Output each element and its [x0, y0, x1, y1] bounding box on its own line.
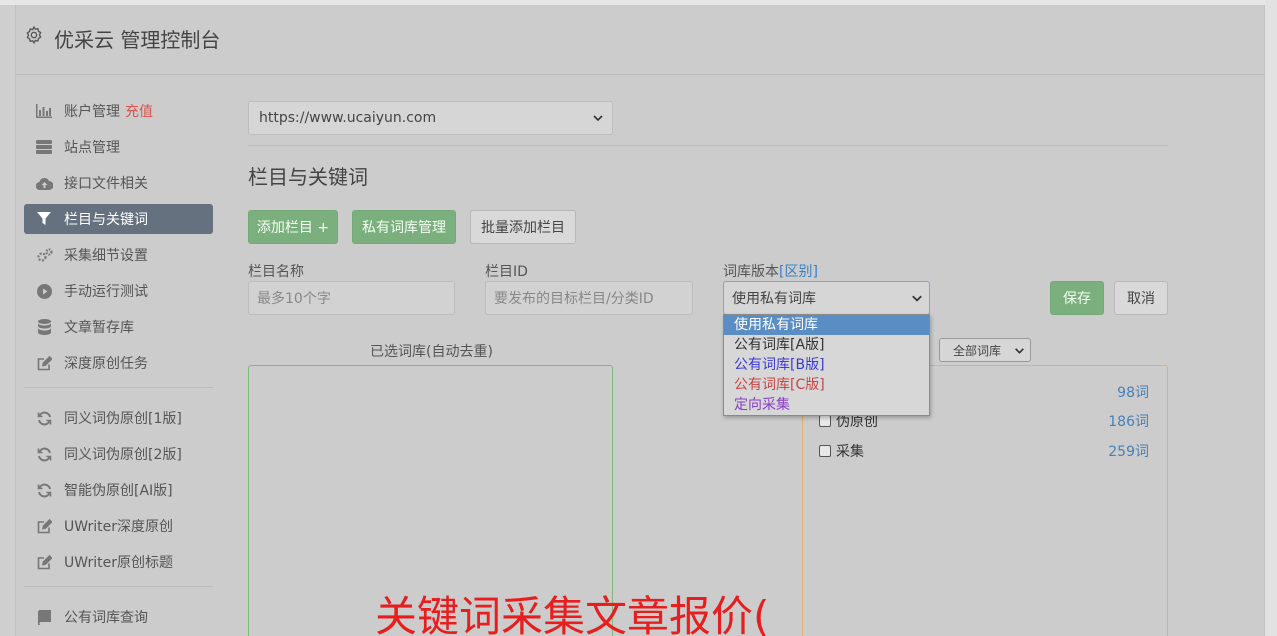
sidebar-item-ai-original[interactable]: 智能伪原创[AI版]: [24, 475, 213, 505]
sidebar-item-uwriter-original[interactable]: UWriter深度原创: [24, 511, 213, 541]
sidebar-item-label: 站点管理: [64, 140, 120, 156]
lib-version-value: 使用私有词库: [732, 291, 816, 307]
sidebar-item-label: 智能伪原创[AI版]: [64, 483, 173, 499]
sidebar-item-label: 接口文件相关: [64, 176, 148, 192]
private-lib-button[interactable]: 私有词库管理: [352, 210, 456, 244]
app-title: 优采云 管理控制台: [54, 28, 221, 52]
divider: [248, 145, 1168, 146]
recharge-link[interactable]: 充值: [125, 101, 153, 121]
chevron-down-icon: [593, 115, 603, 122]
option-private-lib[interactable]: 使用私有词库: [724, 315, 929, 335]
edit-icon: [35, 517, 53, 535]
selected-lib-title: 已选词库(自动去重): [370, 344, 493, 360]
sidebar-item-label: 栏目与关键词: [64, 212, 148, 228]
site-select[interactable]: https://www.ucaiyun.com: [248, 101, 613, 135]
column-name-input[interactable]: 最多10个字: [248, 281, 455, 315]
add-column-button[interactable]: 添加栏目 +: [248, 210, 338, 244]
filter-icon: [35, 210, 53, 228]
book-icon: [35, 608, 53, 626]
lib-count: 259词: [1108, 444, 1149, 460]
lib-version-label-text: 词库版本: [723, 264, 779, 280]
bar-chart-icon: [35, 102, 53, 120]
sidebar-item-label: 同义词伪原创[2版]: [64, 447, 182, 463]
edit-icon: [35, 553, 53, 571]
page-title: 栏目与关键词: [248, 165, 368, 189]
sidebar: 账户管理 充值 站点管理 接口文件相关 栏目与关键词 采集细节设置 手动运行测试: [24, 96, 213, 636]
database-icon: [35, 318, 53, 336]
chevron-down-icon: [912, 295, 922, 302]
site-select-value: https://www.ucaiyun.com: [259, 110, 437, 126]
sidebar-item-label: 文章暂存库: [64, 320, 134, 336]
refresh-icon: [35, 409, 53, 427]
save-button[interactable]: 保存: [1050, 281, 1104, 315]
lib-filter-select[interactable]: 全部词库: [939, 338, 1031, 362]
sidebar-item-label: 手动运行测试: [64, 284, 148, 300]
lib-label: 采集: [836, 444, 864, 460]
server-icon: [35, 138, 53, 156]
chevron-down-icon: [1015, 348, 1024, 354]
sidebar-item-synonym-v2[interactable]: 同义词伪原创[2版]: [24, 439, 213, 469]
edit-icon: [35, 354, 53, 372]
lib-version-select[interactable]: 使用私有词库: [723, 281, 930, 315]
sidebar-item-deep-original[interactable]: 深度原创任务: [24, 348, 213, 378]
option-directed-collect[interactable]: 定向采集: [724, 395, 929, 415]
lib-row-collect[interactable]: 采集 259词: [819, 441, 1149, 461]
lib-version-dropdown: 使用私有词库 公有词库[A版] 公有词库[B版] 公有词库[C版] 定向采集: [723, 314, 930, 416]
sidebar-item-collect-settings[interactable]: 采集细节设置: [24, 240, 213, 270]
play-circle-icon: [35, 282, 53, 300]
sidebar-divider: [24, 387, 213, 388]
sidebar-item-manual-run[interactable]: 手动运行测试: [24, 276, 213, 306]
sidebar-divider: [24, 586, 213, 587]
sidebar-item-uwriter-title[interactable]: UWriter原创标题: [24, 547, 213, 577]
sidebar-item-columns-keywords[interactable]: 栏目与关键词: [24, 204, 213, 234]
sidebar-item-label: UWriter原创标题: [64, 555, 173, 571]
header: 优采云 管理控制台: [15, 5, 1265, 75]
option-public-a[interactable]: 公有词库[A版]: [724, 335, 929, 355]
overlay-caption: 关键词采集文章报价(: [375, 592, 770, 636]
sidebar-item-interface-files[interactable]: 接口文件相关: [24, 168, 213, 198]
gear-icon: [26, 25, 42, 45]
sidebar-item-synonym-v1[interactable]: 同义词伪原创[1版]: [24, 403, 213, 433]
sidebar-item-label: 公有词库查询: [64, 610, 148, 626]
refresh-icon: [35, 481, 53, 499]
column-id-label: 栏目ID: [485, 264, 528, 280]
sidebar-item-label: 账户管理: [64, 104, 120, 120]
option-public-b[interactable]: 公有词库[B版]: [724, 355, 929, 375]
sidebar-item-label: 同义词伪原创[1版]: [64, 411, 182, 427]
sidebar-item-public-lib-query[interactable]: 公有词库查询: [24, 602, 213, 632]
sidebar-item-account[interactable]: 账户管理 充值: [24, 96, 213, 126]
refresh-icon: [35, 445, 53, 463]
sidebar-item-label: 深度原创任务: [64, 356, 148, 372]
cogs-icon: [35, 246, 53, 264]
sidebar-item-sites[interactable]: 站点管理: [24, 132, 213, 162]
difference-link[interactable]: [区别]: [779, 264, 818, 280]
scrollbar-track[interactable]: [1265, 0, 1277, 636]
lib-version-label: 词库版本[区别]: [723, 261, 818, 281]
lib-count: 98词: [1117, 385, 1149, 401]
sidebar-item-label: UWriter深度原创: [64, 519, 173, 535]
checkbox[interactable]: [819, 415, 831, 427]
option-public-c[interactable]: 公有词库[C版]: [724, 375, 929, 395]
column-id-placeholder: 要发布的目标栏目/分类ID: [494, 291, 654, 307]
lib-count: 186词: [1108, 414, 1149, 430]
column-name-placeholder: 最多10个字: [257, 291, 331, 307]
cancel-button[interactable]: 取消: [1114, 281, 1168, 315]
lib-filter-value: 全部词库: [953, 343, 1002, 358]
checkbox[interactable]: [819, 445, 831, 457]
cloud-upload-icon: [35, 174, 53, 192]
batch-add-button[interactable]: 批量添加栏目: [470, 210, 576, 244]
column-id-input[interactable]: 要发布的目标栏目/分类ID: [485, 281, 693, 315]
sidebar-item-label: 采集细节设置: [64, 248, 148, 264]
sidebar-item-article-storage[interactable]: 文章暂存库: [24, 312, 213, 342]
column-name-label: 栏目名称: [248, 264, 304, 280]
